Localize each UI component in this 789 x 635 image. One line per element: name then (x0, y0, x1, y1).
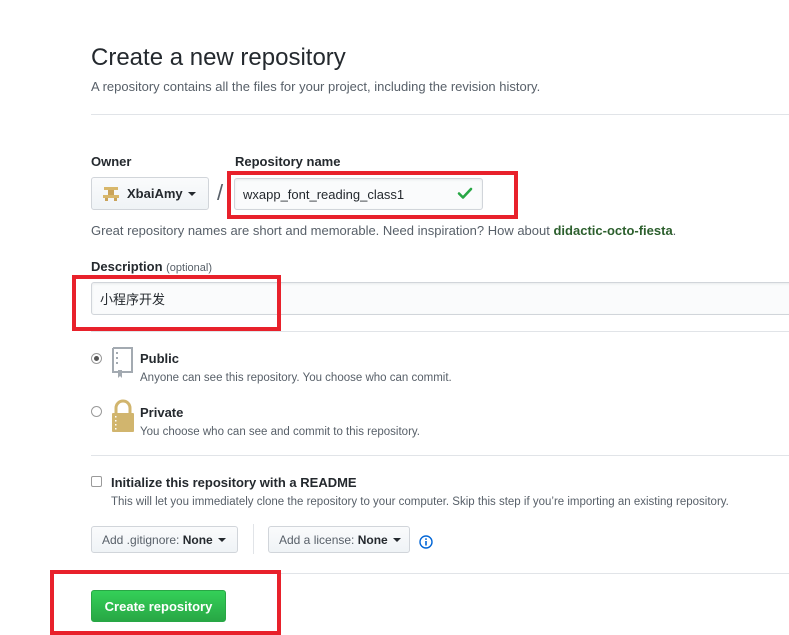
chevron-down-icon (392, 537, 401, 542)
description-label: Description (optional) (91, 259, 212, 274)
vertical-divider (253, 524, 254, 554)
readme-checkbox[interactable] (91, 476, 102, 487)
owner-avatar-icon (102, 186, 120, 202)
chevron-down-icon (217, 537, 226, 542)
info-icon[interactable] (419, 535, 433, 554)
annotation-highlight-description (72, 275, 281, 331)
license-select[interactable]: Add a license: None (268, 526, 410, 553)
page-subtitle: A repository contains all the files for … (91, 79, 541, 94)
hint-end: . (672, 223, 677, 238)
public-radio[interactable] (91, 353, 102, 364)
owner-select[interactable]: XbaiAmy (91, 177, 209, 210)
gitignore-prefix: Add .gitignore: (102, 532, 180, 547)
public-description: Anyone can see this repository. You choo… (140, 372, 452, 384)
lock-icon (110, 399, 136, 438)
public-label: Public (140, 351, 180, 366)
private-label: Private (140, 405, 184, 420)
repo-icon (110, 346, 136, 384)
description-optional: (optional) (166, 262, 212, 274)
license-prefix: Add a license: (279, 532, 355, 547)
divider (91, 114, 789, 115)
readme-description: This will let you immediately clone the … (111, 496, 729, 508)
divider (91, 455, 789, 456)
page-title: Create a new repository (91, 44, 346, 71)
hint-text: Great repository names are short and mem… (91, 223, 550, 238)
owner-value: XbaiAmy (127, 186, 183, 201)
owner-repo-separator: / (217, 180, 224, 205)
suggestion-link[interactable]: didactic-octo-fiesta (553, 223, 672, 238)
description-label-text: Description (91, 259, 163, 274)
private-description: You choose who can see and commit to thi… (140, 426, 420, 438)
repo-name-label: Repository name (235, 154, 341, 169)
license-value: None (357, 532, 388, 547)
gitignore-select[interactable]: Add .gitignore: None (91, 526, 238, 553)
divider (91, 331, 789, 332)
annotation-highlight-repo-name (227, 171, 518, 219)
chevron-down-icon (187, 191, 196, 196)
repo-name-hint: Great repository names are short and mem… (91, 223, 676, 238)
owner-label: Owner (91, 154, 132, 169)
annotation-highlight-create-button (50, 570, 281, 635)
gitignore-value: None (182, 532, 213, 547)
readme-label: Initialize this repository with a README (111, 475, 357, 490)
private-radio[interactable] (91, 406, 102, 417)
